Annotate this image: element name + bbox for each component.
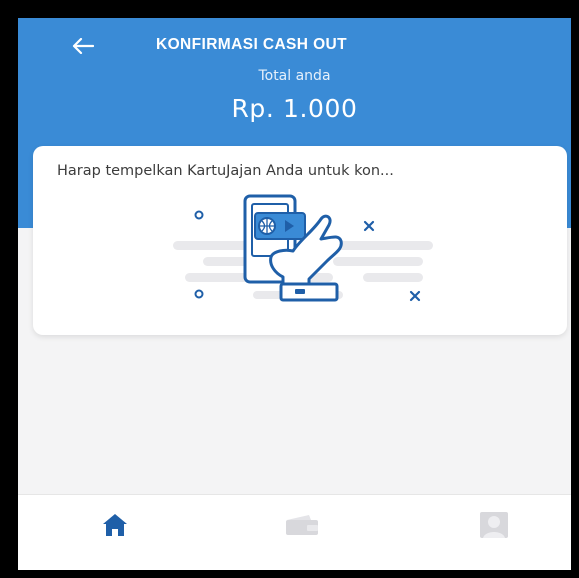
total-label: Total anda <box>258 68 331 84</box>
tap-card-prompt: Harap tempelkan KartuJajan Anda untuk ko… <box>33 146 567 335</box>
frame-left <box>0 0 18 578</box>
arrow-left-icon <box>72 38 94 54</box>
profile-icon <box>480 512 508 538</box>
page-title: KONFIRMASI CASH OUT <box>156 36 348 53</box>
nav-home[interactable] <box>80 495 150 555</box>
nav-profile[interactable] <box>459 495 529 555</box>
frame-right <box>571 0 579 578</box>
app-screen: KONFIRMASI CASH OUT Total anda Rp. 1.000… <box>18 18 571 570</box>
card-message: Harap tempelkan KartuJajan Anda untuk ko… <box>57 163 394 179</box>
bottom-navigation <box>18 494 571 570</box>
wallet-icon <box>286 515 318 535</box>
home-icon <box>103 514 127 536</box>
frame-bottom <box>0 570 579 578</box>
back-button[interactable] <box>63 32 103 60</box>
nav-wallet[interactable] <box>267 495 337 555</box>
total-amount: Rp. 1.000 <box>231 94 358 123</box>
tap-card-illustration <box>173 194 433 302</box>
frame-top <box>0 0 579 18</box>
